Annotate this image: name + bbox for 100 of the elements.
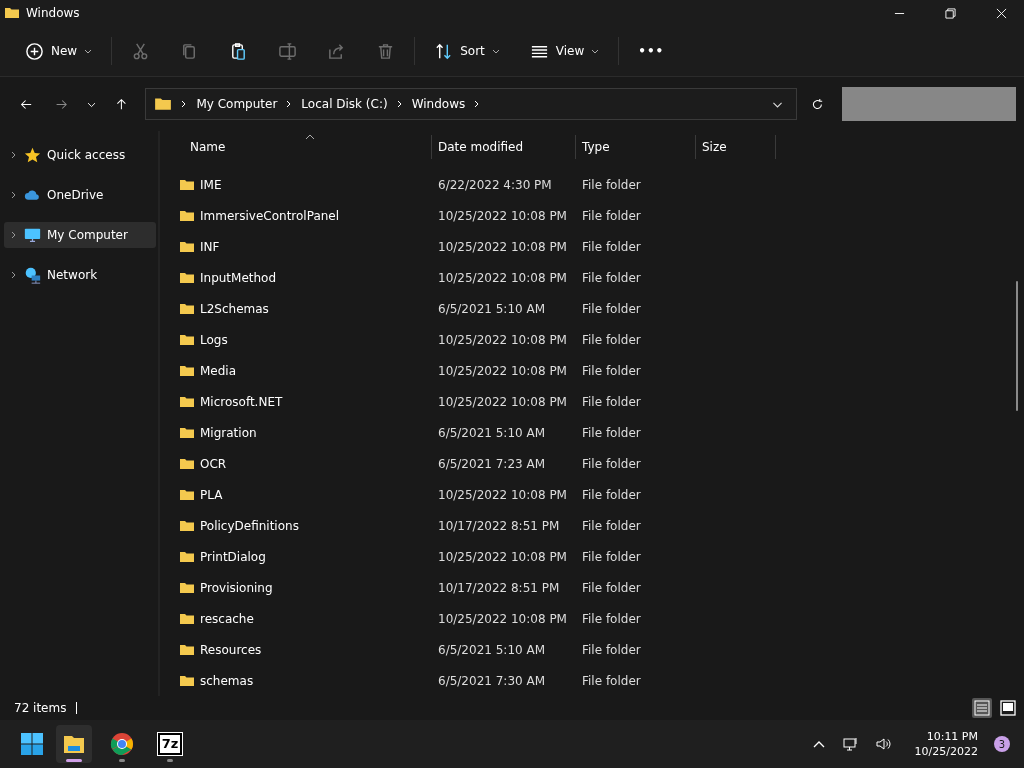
sidebar-label: OneDrive	[47, 188, 104, 202]
breadcrumb-item[interactable]: Windows	[411, 97, 466, 111]
sidebar-label: My Computer	[47, 228, 128, 242]
volume-icon[interactable]	[874, 736, 891, 752]
maximize-icon[interactable]	[945, 7, 956, 19]
caret-icon	[84, 47, 93, 55]
table-cell: 6/5/2021 5:10 AM	[438, 301, 546, 316]
sidebar-label: Quick access	[47, 148, 126, 162]
table-cell: 10/17/2022 8:51 PM	[438, 580, 560, 595]
start-icon[interactable]	[20, 732, 44, 756]
sidebar-item[interactable]: My Computer	[4, 222, 156, 248]
column-header[interactable]: Size	[696, 135, 776, 159]
refresh-icon[interactable]	[811, 96, 825, 112]
file-name[interactable]: INF	[200, 239, 220, 254]
file-name[interactable]: Migration	[200, 425, 257, 440]
table-cell: File folder	[582, 425, 641, 440]
star-icon	[24, 146, 41, 164]
expand-chevron-icon[interactable]	[10, 151, 18, 159]
up-icon[interactable]	[114, 96, 128, 112]
file-name[interactable]: Microsoft.NET	[200, 394, 283, 409]
table-cell: File folder	[582, 332, 641, 347]
browser-icon	[110, 732, 134, 756]
file-name[interactable]: rescache	[200, 611, 254, 626]
table-cell: 6/5/2021 5:10 AM	[438, 425, 546, 440]
table-cell: 6/22/2022 4:30 PM	[438, 177, 552, 192]
table-cell: File folder	[582, 208, 641, 223]
monitor-icon	[24, 226, 41, 244]
table-cell: File folder	[582, 177, 641, 192]
network-icon[interactable]	[842, 736, 859, 752]
file-name[interactable]: PLA	[200, 487, 223, 502]
column-header[interactable]: Type	[576, 135, 696, 159]
file-name[interactable]: Media	[200, 363, 237, 378]
table-cell: 10/25/2022 10:08 PM	[438, 487, 567, 502]
sidebar-item[interactable]: Quick access	[4, 142, 156, 168]
archiver-logo: 7z	[157, 733, 183, 755]
chevron-icon	[395, 100, 404, 108]
table-cell: File folder	[582, 642, 641, 657]
sevenzip-taskbar-button[interactable]: 7z	[152, 725, 188, 763]
column-header[interactable]: Name	[160, 135, 432, 159]
network-icon	[24, 266, 41, 284]
file-name[interactable]: OCR	[200, 456, 227, 471]
expand-chevron-icon[interactable]	[10, 191, 18, 199]
table-cell: File folder	[582, 580, 641, 595]
file-name[interactable]: Logs	[200, 332, 228, 347]
rename-icon	[278, 41, 298, 61]
explorer-taskbar-button[interactable]	[56, 725, 92, 763]
file-name[interactable]: IME	[200, 177, 222, 192]
expand-chevron-icon[interactable]	[10, 271, 18, 279]
table-cell: File folder	[582, 301, 641, 316]
table-cell: 10/25/2022 10:08 PM	[438, 611, 567, 626]
window-title: Windows	[26, 6, 80, 20]
tiles-view-icon[interactable]	[998, 698, 1018, 718]
more-button[interactable]: •••	[626, 34, 677, 68]
clock[interactable]: 10:11 PM 10/25/2022	[914, 729, 978, 759]
file-name[interactable]: Provisioning	[200, 580, 273, 595]
address-bar[interactable]: My Computer Local Disk (C:) Windows	[145, 88, 798, 120]
file-name[interactable]: L2Schemas	[200, 301, 269, 316]
table-cell: 10/25/2022 10:08 PM	[438, 549, 567, 564]
sidebar-item[interactable]: Network	[4, 262, 156, 288]
sidebar-label: Network	[47, 268, 98, 282]
view-button[interactable]: View	[517, 34, 612, 68]
notification-badge[interactable]: 3	[994, 736, 1010, 752]
table-cell: 6/5/2021 5:10 AM	[438, 642, 546, 657]
plus-circle-icon	[25, 41, 44, 61]
details-view-icon[interactable]	[972, 698, 992, 718]
table-cell: 10/25/2022 10:08 PM	[438, 270, 567, 285]
table-cell: File folder	[582, 363, 641, 378]
table-cell: File folder	[582, 456, 641, 471]
table-cell: 6/5/2021 7:23 AM	[438, 456, 546, 471]
breadcrumb-item[interactable]: My Computer	[196, 97, 278, 111]
table-cell: File folder	[582, 611, 641, 626]
table-cell: File folder	[582, 270, 641, 285]
table-cell: 10/25/2022 10:08 PM	[438, 363, 567, 378]
sort-up-icon	[305, 134, 315, 140]
file-name[interactable]: PrintDialog	[200, 549, 266, 564]
table-cell: File folder	[582, 673, 641, 688]
table-cell: 10/25/2022 10:08 PM	[438, 394, 567, 409]
new-button[interactable]: New	[13, 34, 105, 68]
search-field[interactable]	[842, 87, 1016, 121]
file-name[interactable]: PolicyDefinitions	[200, 518, 299, 533]
breadcrumb-item[interactable]: Local Disk (C:)	[301, 97, 388, 111]
table-cell: 10/17/2022 8:51 PM	[438, 518, 560, 533]
close-icon[interactable]	[996, 7, 1007, 19]
table-cell: 10/25/2022 10:08 PM	[438, 332, 567, 347]
file-name[interactable]: ImmersiveControlPanel	[200, 208, 340, 223]
scrollbar-thumb[interactable]	[1016, 281, 1018, 411]
expand-chevron-icon[interactable]	[10, 231, 18, 239]
table-cell: File folder	[582, 518, 641, 533]
folder-icon	[4, 5, 20, 21]
item-count: 72 items	[14, 701, 67, 715]
table-cell: 10/25/2022 10:08 PM	[438, 208, 567, 223]
table-cell: File folder	[582, 239, 641, 254]
file-name[interactable]: schemas	[200, 673, 254, 688]
file-name[interactable]: Resources	[200, 642, 262, 657]
file-name[interactable]: InputMethod	[200, 270, 277, 285]
table-cell: File folder	[582, 549, 641, 564]
column-header[interactable]: Date modified	[432, 135, 576, 159]
sort-button[interactable]: Sort	[422, 34, 512, 68]
sidebar-item[interactable]: OneDrive	[4, 182, 156, 208]
caret-icon	[591, 47, 600, 55]
